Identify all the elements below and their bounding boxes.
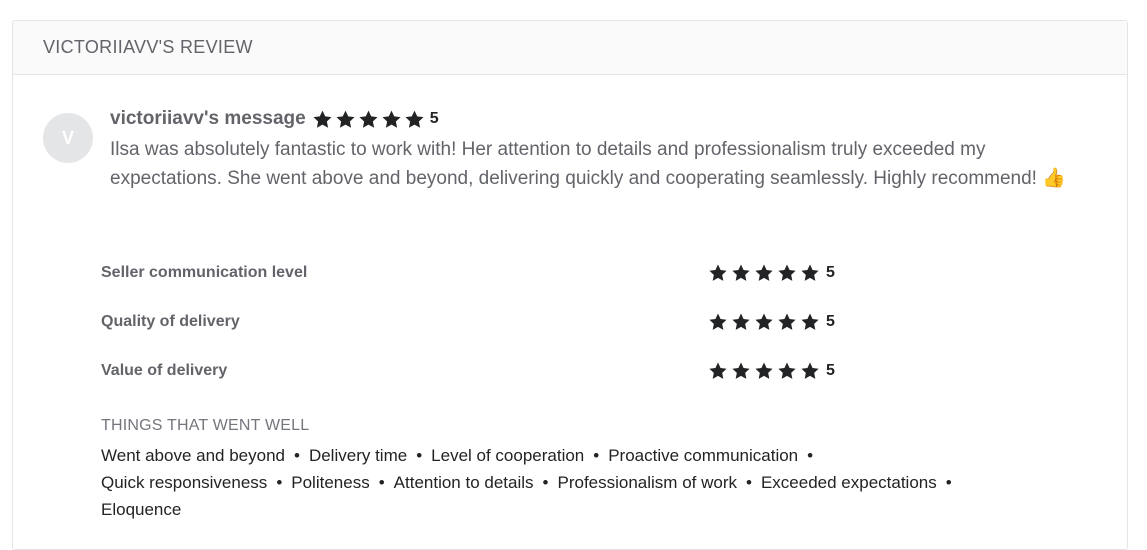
message-header: victoriiavv's message 5	[110, 108, 439, 130]
went-well-item: Eloquence	[101, 500, 182, 519]
went-well-item: Professionalism of work	[557, 473, 737, 492]
message-author: victoriiavv's message	[110, 108, 306, 129]
rating-stars: 5	[708, 263, 835, 283]
star-icon	[754, 263, 774, 283]
review-card: VICTORIIAVV'S REVIEW V victoriiavv's mes…	[12, 20, 1128, 550]
star-icon	[731, 312, 751, 332]
went-well-item: Politeness	[291, 473, 370, 492]
star-icon	[800, 361, 820, 381]
star-icon	[731, 263, 751, 283]
star-icon	[777, 361, 797, 381]
rating-row-value: Value of delivery 5	[101, 355, 901, 404]
star-icon	[404, 109, 425, 130]
went-well-item: Proactive communication	[608, 446, 799, 465]
star-icon	[754, 312, 774, 332]
star-icon	[708, 361, 728, 381]
rating-breakdown: Seller communication level 5 Quality of …	[101, 257, 901, 404]
star-icon	[335, 109, 356, 130]
rating-stars: 5	[708, 361, 835, 381]
message-stars	[312, 109, 427, 130]
rating-label: Value of delivery	[101, 362, 228, 379]
star-icon	[358, 109, 379, 130]
star-icon	[708, 312, 728, 332]
star-icon	[731, 361, 751, 381]
star-icon	[800, 263, 820, 283]
went-well-title: THINGS THAT WENT WELL	[101, 417, 310, 434]
rating-label: Quality of delivery	[101, 313, 240, 330]
star-icon	[754, 361, 774, 381]
went-well-item: Exceeded expectations	[760, 473, 937, 492]
message-text: Ilsa was absolutely fantastic to work wi…	[110, 139, 1066, 189]
review-title: VICTORIIAVV'S REVIEW	[43, 37, 253, 57]
went-well-list: Went above and beyond • Delivery time • Leve…	[101, 446, 952, 519]
went-well-item: Quick responsiveness	[101, 473, 268, 492]
star-icon	[777, 312, 797, 332]
rating-score: 5	[826, 313, 835, 330]
avatar: V	[43, 113, 93, 163]
rating-row-quality: Quality of delivery 5	[101, 306, 901, 355]
review-header: VICTORIIAVV'S REVIEW	[13, 21, 1127, 75]
star-icon	[777, 263, 797, 283]
star-icon	[312, 109, 333, 130]
rating-row-communication: Seller communication level 5	[101, 257, 901, 306]
went-well-item: Level of cooperation	[431, 446, 585, 465]
message-rating-score: 5	[429, 110, 439, 127]
rating-score: 5	[826, 264, 835, 281]
star-icon	[708, 263, 728, 283]
star-icon	[800, 312, 820, 332]
rating-stars: 5	[708, 312, 835, 332]
went-well-item: Went above and beyond	[101, 446, 285, 465]
rating-label: Seller communication level	[101, 264, 308, 281]
went-well-item: Attention to details	[393, 473, 534, 492]
star-icon	[381, 109, 402, 130]
went-well-item: Delivery time	[308, 446, 408, 465]
rating-score: 5	[826, 362, 835, 379]
